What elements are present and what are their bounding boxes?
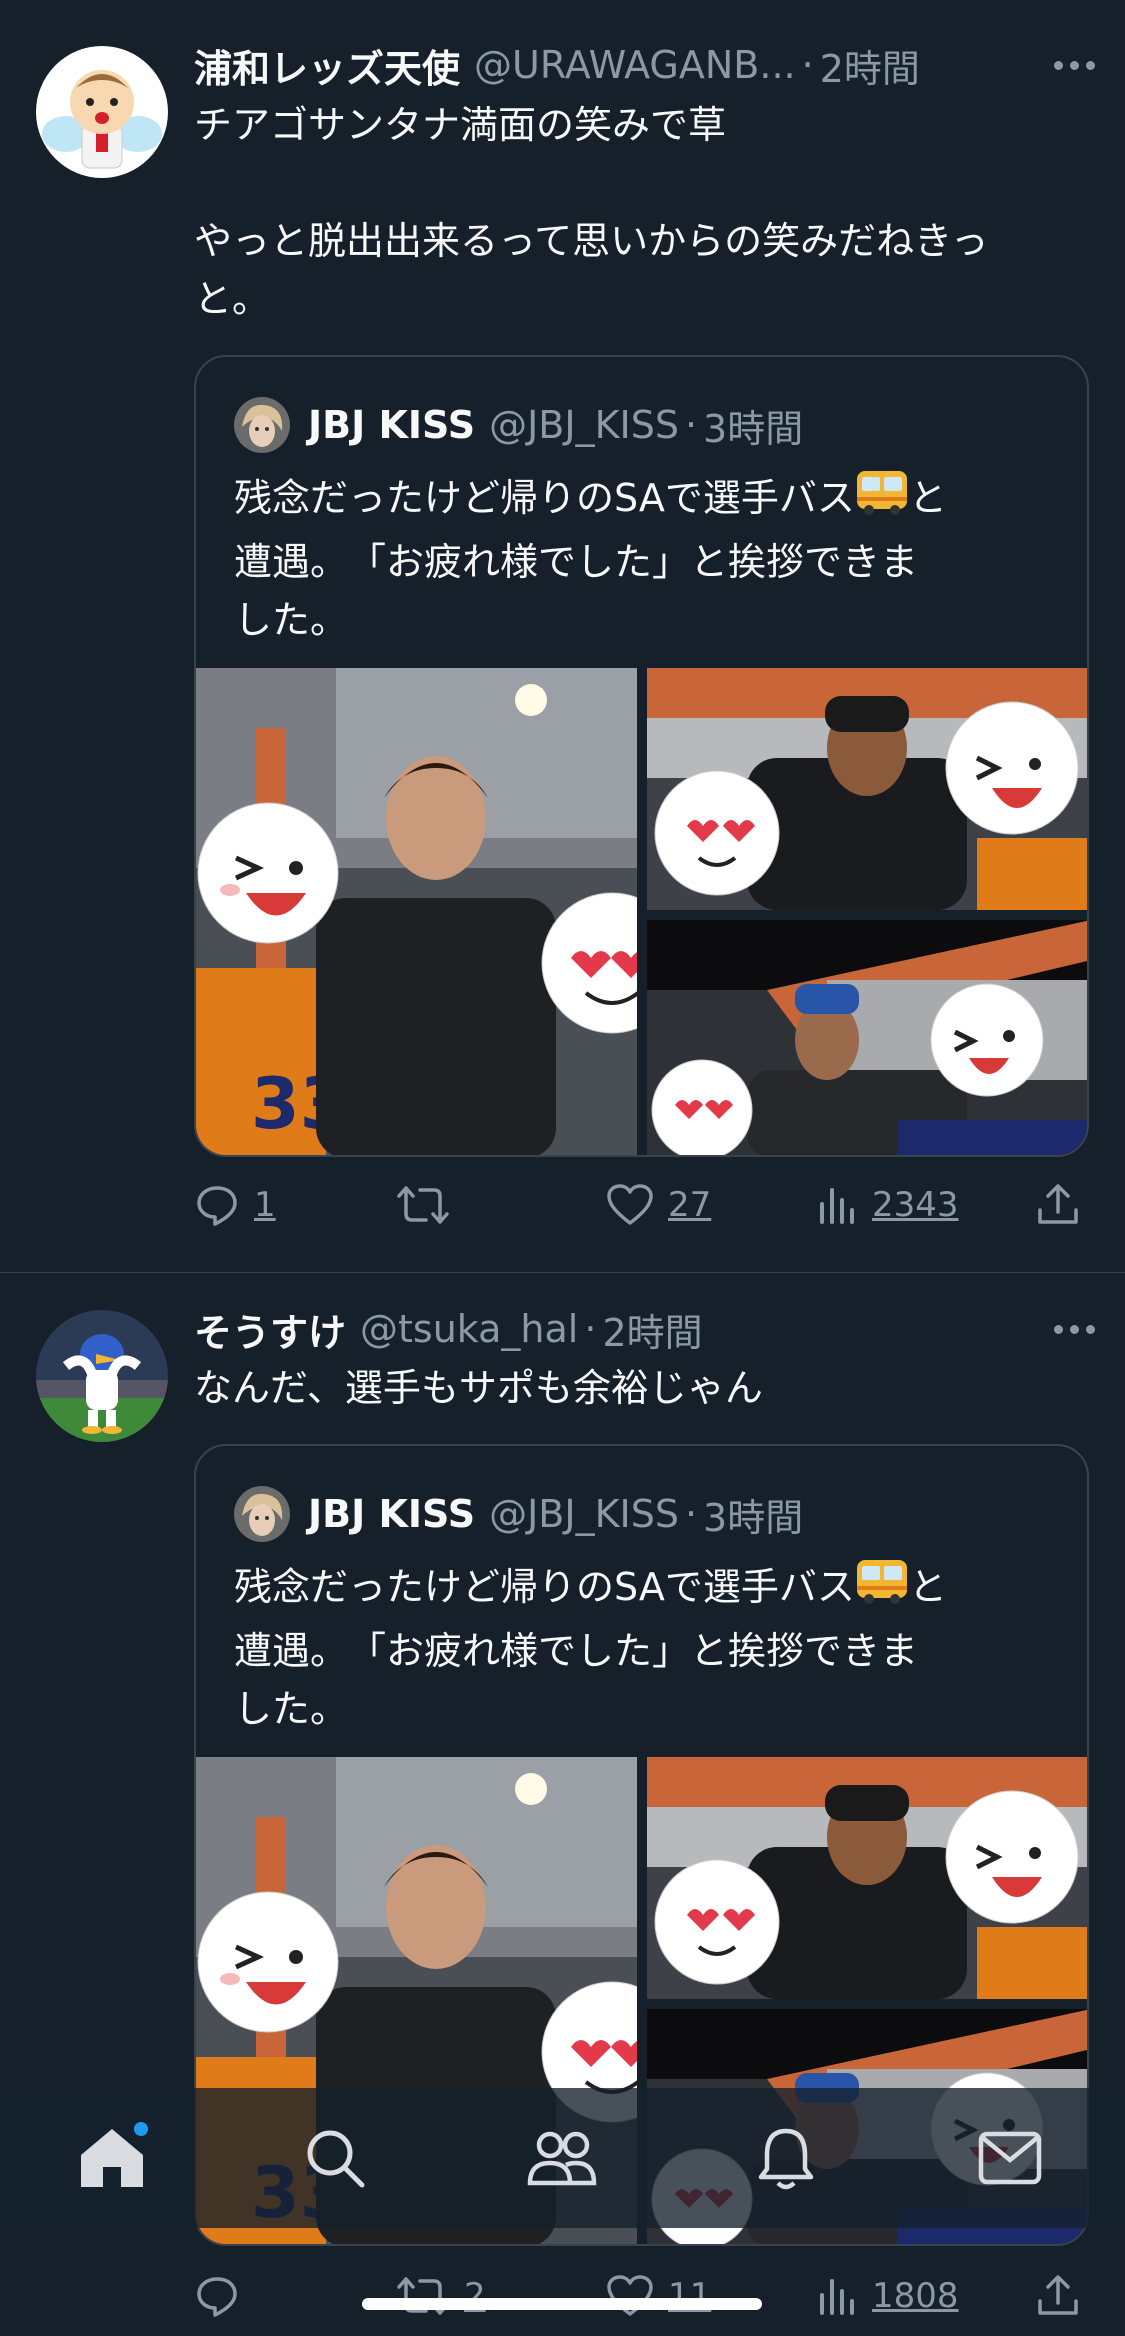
avatar[interactable] bbox=[36, 1310, 168, 1442]
quoted-display-name[interactable]: JBJ KISS bbox=[308, 403, 475, 447]
reply-icon bbox=[197, 1186, 237, 1226]
share-icon bbox=[1038, 1184, 1078, 1224]
timestamp[interactable]: 2時間 bbox=[602, 1302, 702, 1357]
quoted-tweet-header: JBJ KISS @JBJ_KISS · 3時間 bbox=[234, 1486, 803, 1542]
tweet-text: チアゴサンタナ満面の笑みで草 やっと脱出出来るって思いからの笑みだねきっ と。 bbox=[194, 103, 989, 321]
avatar bbox=[234, 397, 290, 453]
reply-button[interactable] bbox=[194, 2266, 254, 2326]
quoted-tweet[interactable]: JBJ KISS @JBJ_KISS · 3時間 残念だったけど帰りのSAで選手… bbox=[194, 355, 1089, 1157]
share-icon bbox=[1038, 2275, 1078, 2315]
quoted-tweet-header: JBJ KISS @JBJ_KISS · 3時間 bbox=[234, 397, 803, 453]
more-icon[interactable] bbox=[1054, 38, 1095, 92]
quoted-display-name[interactable]: JBJ KISS bbox=[308, 1492, 475, 1536]
reply-count: 1 bbox=[254, 1185, 276, 1225]
views-icon bbox=[820, 2279, 854, 2315]
nav-communities[interactable] bbox=[502, 2088, 622, 2228]
tweet[interactable]: 浦和レッズ天使 @URAWAGANB... · 2時間 チアゴサンタナ満面の笑み… bbox=[0, 0, 1125, 1272]
quoted-text-start: 残念だったけど帰りのSAで選手バス bbox=[234, 476, 855, 520]
nav-home[interactable] bbox=[52, 2088, 172, 2228]
photo[interactable] bbox=[647, 920, 1087, 1155]
tweet-actions: 2 11 1808 bbox=[194, 2266, 1078, 2326]
like-count: 11 bbox=[668, 2276, 712, 2316]
user-handle[interactable]: @URAWAGANB... bbox=[474, 43, 796, 87]
tweet-actions: 1 27 2343 bbox=[194, 1175, 1078, 1235]
retweet-button[interactable] bbox=[396, 1175, 464, 1235]
views-button[interactable]: 2343 bbox=[816, 1175, 959, 1235]
photo[interactable] bbox=[647, 668, 1087, 910]
reply-button[interactable]: 1 bbox=[194, 1175, 276, 1235]
quoted-text-start: 残念だったけど帰りのSAで選手バス bbox=[234, 1565, 855, 1609]
nav-notifications[interactable] bbox=[726, 2088, 846, 2228]
separator-dot: · bbox=[684, 403, 698, 447]
media-grid: 33 bbox=[196, 668, 1087, 1155]
bus-emoji bbox=[855, 467, 909, 533]
tweet-header: そうすけ @tsuka_hal · 2時間 bbox=[194, 1302, 1095, 1356]
retweet-count: 2 bbox=[464, 2276, 486, 2316]
notification-dot bbox=[134, 2122, 148, 2136]
separator-dot: · bbox=[584, 1307, 597, 1351]
like-button[interactable]: 27 bbox=[606, 1175, 711, 1235]
like-button[interactable]: 11 bbox=[606, 2266, 711, 2326]
retweet-button[interactable]: 2 bbox=[396, 2266, 486, 2326]
more-icon[interactable] bbox=[1054, 1302, 1095, 1356]
retweet-icon bbox=[397, 2277, 449, 2315]
views-icon bbox=[820, 1188, 854, 1224]
avatar[interactable] bbox=[36, 46, 168, 178]
retweet-icon bbox=[397, 1186, 449, 1224]
bottom-nav-bar bbox=[0, 2088, 1125, 2228]
heart-icon bbox=[607, 2275, 653, 2316]
display-name[interactable]: 浦和レッズ天使 bbox=[194, 38, 460, 93]
tweet-header: 浦和レッズ天使 @URAWAGANB... · 2時間 bbox=[194, 38, 1095, 92]
quoted-user-handle[interactable]: @JBJ_KISS bbox=[489, 1492, 679, 1536]
nav-search[interactable] bbox=[275, 2088, 395, 2228]
views-button[interactable]: 1808 bbox=[816, 2266, 959, 2326]
quoted-timestamp: 3時間 bbox=[703, 1495, 804, 1540]
share-button[interactable] bbox=[1036, 2266, 1080, 2326]
communities-icon bbox=[527, 2131, 597, 2186]
search-icon bbox=[307, 2130, 365, 2188]
views-count: 2343 bbox=[872, 1185, 959, 1225]
separator-dot: · bbox=[801, 43, 814, 87]
quoted-user-handle[interactable]: @JBJ_KISS bbox=[489, 403, 679, 447]
views-count: 1808 bbox=[872, 2276, 959, 2316]
tweet-text: なんだ、選手もサポも余裕じゃん bbox=[194, 1366, 763, 1410]
avatar bbox=[234, 1486, 290, 1542]
heart-icon bbox=[607, 1184, 653, 1225]
like-count: 27 bbox=[668, 1185, 712, 1225]
timestamp[interactable]: 2時間 bbox=[820, 38, 920, 93]
bus-emoji bbox=[855, 1556, 909, 1622]
share-button[interactable] bbox=[1036, 1175, 1080, 1235]
separator-dot: · bbox=[684, 1492, 698, 1536]
photo[interactable]: 33 bbox=[196, 668, 637, 1155]
home-indicator[interactable] bbox=[362, 2298, 762, 2310]
messages-icon bbox=[978, 2131, 1042, 2185]
photo[interactable] bbox=[647, 1757, 1087, 1999]
user-handle[interactable]: @tsuka_hal bbox=[360, 1307, 578, 1351]
display-name[interactable]: そうすけ bbox=[194, 1302, 346, 1357]
nav-messages[interactable] bbox=[950, 2088, 1070, 2228]
quoted-timestamp: 3時間 bbox=[703, 406, 804, 451]
quoted-tweet-text: 残念だったけど帰りのSAで選手バスと 遭遇。 「お疲れ様でした」と挨拶できま し… bbox=[234, 1556, 1054, 1738]
notifications-icon bbox=[758, 2128, 814, 2190]
quoted-tweet-text: 残念だったけど帰りのSAで選手バスと 遭遇。 「お疲れ様でした」と挨拶できま し… bbox=[234, 467, 1054, 649]
reply-icon bbox=[197, 2277, 237, 2317]
